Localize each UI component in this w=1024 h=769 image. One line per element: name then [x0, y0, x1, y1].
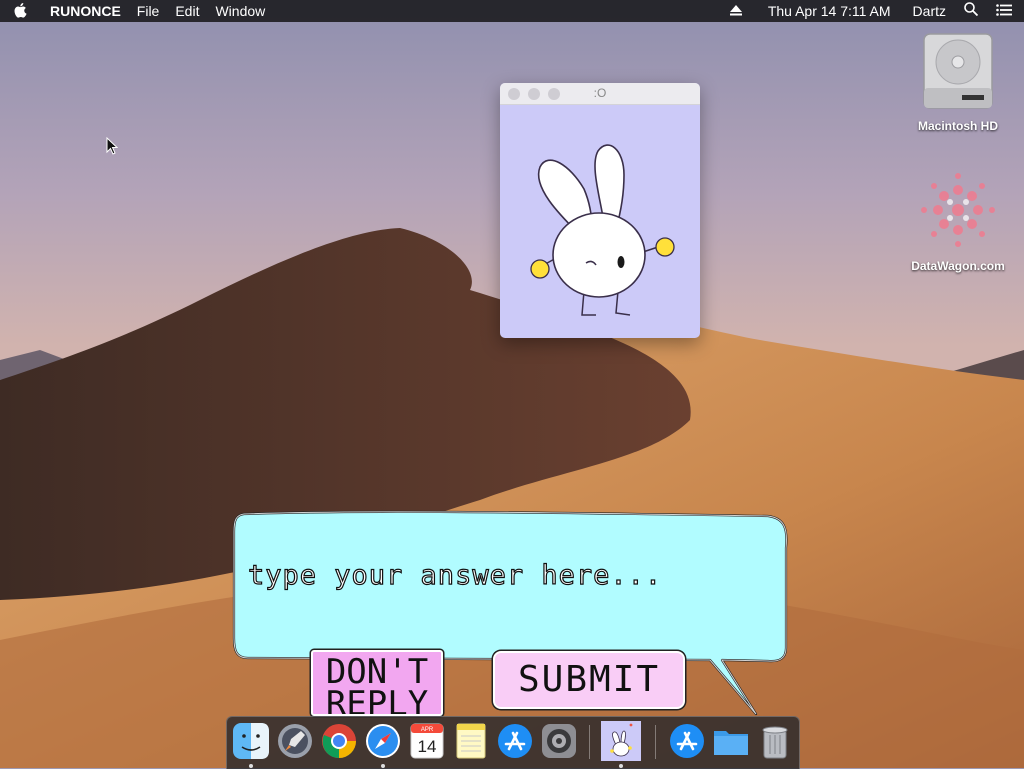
system-preferences-icon[interactable] [539, 721, 579, 761]
eject-icon[interactable] [716, 0, 756, 22]
bunny-window: :O [500, 83, 700, 338]
answer-input[interactable] [246, 524, 770, 626]
dock-separator [655, 725, 656, 759]
folder-icon[interactable] [711, 721, 751, 761]
running-indicator [381, 764, 385, 768]
window-title: :O [593, 86, 607, 100]
launchpad-icon[interactable] [275, 721, 315, 761]
trash-icon[interactable] [755, 721, 795, 761]
window-titlebar[interactable]: :O [500, 83, 700, 105]
desktop-icon-datawagon[interactable]: DataWagon.com [903, 170, 1013, 273]
desktop-icon-label: Macintosh HD [917, 119, 998, 133]
file-menu[interactable]: File [129, 0, 168, 22]
window-menu[interactable]: Window [207, 0, 273, 22]
calendar-day: 14 [418, 737, 437, 756]
notes-icon[interactable] [451, 721, 491, 761]
app-store-downloads-icon[interactable] [667, 721, 707, 761]
running-indicator [619, 764, 623, 768]
bunny-app-icon[interactable] [601, 721, 641, 761]
menu-bar: RUNONCE File Edit Window Thu Apr 14 7:11… [0, 0, 1024, 22]
hard-drive-icon [903, 32, 1013, 115]
calendar-month: APR [421, 727, 434, 733]
safari-icon[interactable] [363, 721, 403, 761]
running-indicator [249, 764, 253, 768]
dock-separator [589, 725, 590, 759]
dont-reply-button[interactable]: DON'T REPLY [311, 650, 443, 716]
spotlight-search-icon[interactable] [956, 0, 986, 22]
submit-button[interactable]: SUBMIT [493, 651, 685, 709]
dock: APR 14 [226, 716, 800, 769]
edit-menu[interactable]: Edit [167, 0, 207, 22]
desktop-icon-label: DataWagon.com [911, 259, 1005, 273]
finder-icon[interactable] [231, 721, 271, 761]
clock[interactable]: Thu Apr 14 7:11 AM [756, 0, 903, 22]
desktop-icon-macintosh-hd[interactable]: Macintosh HD [903, 32, 1013, 133]
app-store-icon[interactable] [495, 721, 535, 761]
apple-menu-icon[interactable] [0, 3, 42, 19]
mouse-cursor-icon [106, 137, 118, 155]
notification-center-icon[interactable] [986, 0, 1024, 22]
datawagon-logo-icon [903, 170, 1013, 255]
chrome-icon[interactable] [319, 721, 359, 761]
user-menu[interactable]: Dartz [903, 0, 956, 22]
app-name-menu[interactable]: RUNONCE [42, 0, 129, 22]
calendar-icon[interactable]: APR 14 [407, 721, 447, 761]
bunny-illustration [530, 144, 675, 316]
